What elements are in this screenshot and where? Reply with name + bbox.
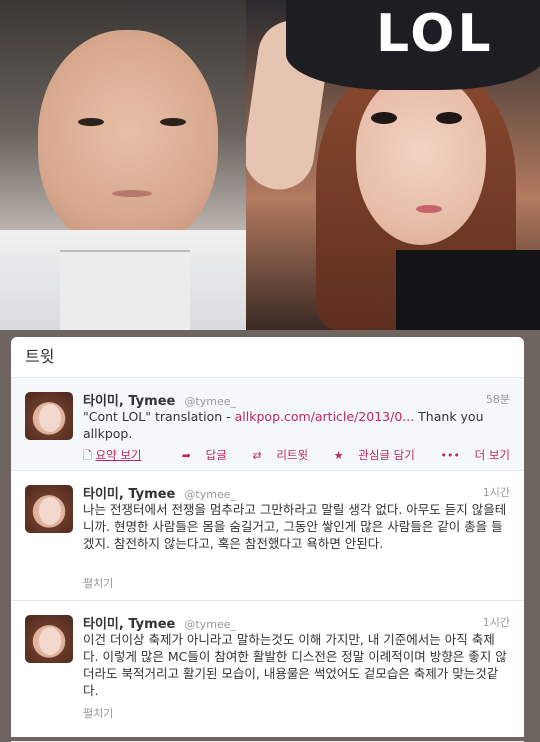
avatar-face bbox=[39, 404, 61, 432]
man-collar bbox=[60, 250, 190, 330]
document-icon: 🗋 bbox=[83, 449, 92, 462]
avatar[interactable] bbox=[25, 392, 73, 440]
tweet-text: "Cont LOL" translation - allkpop.com/art… bbox=[83, 408, 510, 442]
favorite-button[interactable]: ★ 관심글 담기 bbox=[323, 448, 415, 462]
tweet-item[interactable]: 타이미, Tymee @tymee_ 58분 "Cont LOL" transl… bbox=[11, 378, 524, 471]
tweet-time[interactable]: 1시간 bbox=[483, 484, 510, 500]
reply-button[interactable]: ➦ 답글 bbox=[171, 448, 227, 462]
favorite-label: 관심글 담기 bbox=[358, 448, 415, 462]
reply-icon: ➦ bbox=[181, 449, 191, 462]
woman-eye-left bbox=[371, 112, 397, 124]
retweet-icon: ⇄ bbox=[252, 449, 262, 462]
tweets-panel: 트윗 타이미, Tymee @tymee_ 58분 "Cont LOL" tra… bbox=[11, 337, 524, 742]
panel-title: 트윗 bbox=[11, 337, 524, 378]
tweet-text: 이건 더이상 축제가 아니라고 말하는것도 이해 가지만, 내 기준에서는 아직… bbox=[83, 632, 507, 698]
man-eye-left bbox=[78, 118, 104, 126]
tweet-header: 타이미, Tymee @tymee_ 1시간 bbox=[83, 483, 510, 502]
tweet-text-before: "Cont LOL" translation - bbox=[83, 409, 235, 424]
tweet-link[interactable]: allkpop.com/article/2013/0... bbox=[235, 409, 415, 424]
tweet-item[interactable]: 타이미, Tymee @tymee_ 1시간 나는 전쟁터에서 전쟁을 멈추라고… bbox=[11, 471, 524, 601]
tweet-header: 타이미, Tymee @tymee_ 58분 bbox=[83, 390, 510, 409]
user-name[interactable]: 타이미, Tymee bbox=[83, 394, 175, 409]
woman-eye-right bbox=[436, 112, 462, 124]
avatar-face bbox=[39, 627, 61, 655]
user-name[interactable]: 타이미, Tymee bbox=[83, 617, 175, 632]
retweet-button[interactable]: ⇄ 리트윗 bbox=[241, 448, 308, 462]
expand-link[interactable]: 펼치기 bbox=[83, 705, 113, 721]
retweet-label: 리트윗 bbox=[276, 448, 309, 462]
tweet-time[interactable]: 58분 bbox=[486, 391, 510, 407]
more-label: 더 보기 bbox=[474, 448, 510, 462]
woman-face bbox=[356, 75, 486, 245]
reply-label: 답글 bbox=[205, 448, 227, 462]
user-handle[interactable]: @tymee_ bbox=[184, 618, 236, 631]
user-handle[interactable]: @tymee_ bbox=[184, 395, 236, 408]
woman-top bbox=[396, 250, 540, 330]
photo-man bbox=[0, 0, 246, 330]
summary-label: 요약 보기 bbox=[95, 448, 142, 462]
cap-logo-text: LOL bbox=[376, 4, 494, 64]
photo-woman: LOL bbox=[246, 0, 540, 330]
avatar[interactable] bbox=[25, 485, 73, 533]
more-button[interactable]: ••• 더 보기 bbox=[429, 448, 510, 462]
expand-link[interactable]: 펼치기 bbox=[83, 575, 113, 591]
more-icon: ••• bbox=[440, 449, 460, 462]
user-name[interactable]: 타이미, Tymee bbox=[83, 487, 175, 502]
star-icon: ★ bbox=[333, 449, 344, 462]
photo-collage: LOL bbox=[0, 0, 540, 330]
tweet-actions: ➦ 답글 ⇄ 리트윗 ★ 관심글 담기 ••• 더 보기 bbox=[160, 447, 510, 463]
summary-link[interactable]: 🗋 요약 보기 bbox=[83, 447, 142, 466]
tweet-header: 타이미, Tymee @tymee_ 1시간 bbox=[83, 613, 510, 632]
tweet-time[interactable]: 1시간 bbox=[483, 614, 510, 630]
tweet-text: 나는 전쟁터에서 전쟁을 멈추라고 그만하라고 말릴 생각 없다. 아무도 듣지… bbox=[83, 502, 507, 551]
user-handle[interactable]: @tymee_ bbox=[184, 488, 236, 501]
avatar[interactable] bbox=[25, 615, 73, 663]
man-mouth bbox=[112, 190, 152, 197]
man-face bbox=[38, 30, 218, 250]
avatar-face bbox=[39, 497, 61, 525]
woman-lips bbox=[416, 205, 442, 213]
man-eye-right bbox=[160, 118, 186, 126]
